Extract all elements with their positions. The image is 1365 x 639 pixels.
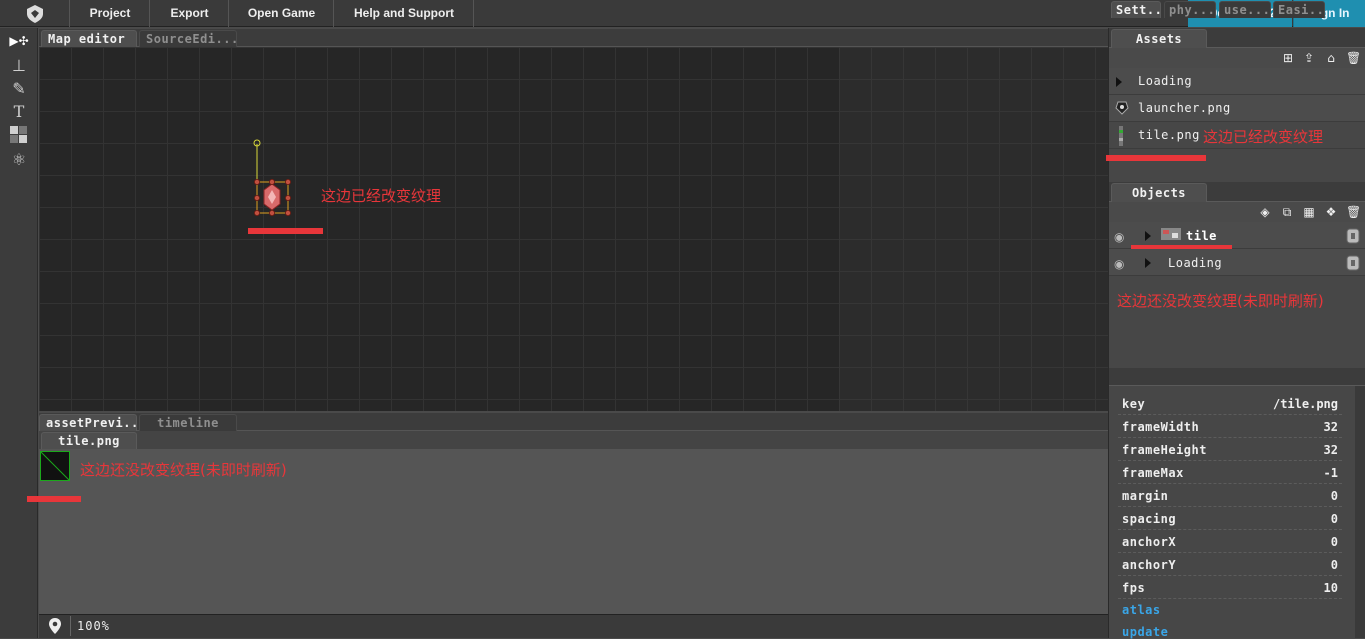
tab-settings[interactable]: Sett... xyxy=(1111,1,1161,18)
assets-annotation: 这边已经改变纹理 xyxy=(1203,128,1324,146)
settings-scrollbar[interactable] xyxy=(1355,386,1365,638)
trash-icon[interactable]: 🗑 xyxy=(1346,51,1361,65)
setting-key: frameHeight xyxy=(1122,443,1207,457)
tab-tile-png[interactable]: tile.png xyxy=(41,432,137,449)
setting-key: anchorX xyxy=(1122,535,1177,549)
expand-triangle-icon[interactable] xyxy=(1145,231,1151,241)
atlas-link[interactable]: atlas xyxy=(1122,603,1161,617)
status-divider xyxy=(70,616,71,636)
select-move-tool-icon[interactable]: ▶✣ xyxy=(6,30,32,52)
setting-row-anchorx[interactable]: anchorX 0 xyxy=(1118,530,1342,553)
setting-key: frameWidth xyxy=(1122,420,1200,434)
expand-triangle-icon[interactable] xyxy=(1116,77,1122,87)
canvas-red-underline xyxy=(248,228,323,234)
zoom-level: 100% xyxy=(77,619,110,633)
setting-key: frameMax xyxy=(1122,466,1184,480)
assets-red-underline xyxy=(1106,155,1206,161)
update-link[interactable]: update xyxy=(1122,625,1168,639)
preview-file-tabbar xyxy=(39,431,1108,450)
asset-label: tile.png xyxy=(1138,128,1200,142)
setting-value[interactable]: -1 xyxy=(1324,466,1338,480)
tab-assets[interactable]: Assets xyxy=(1111,29,1207,48)
setting-row-frameheight[interactable]: frameHeight 32 xyxy=(1118,438,1342,461)
asset-label: launcher.png xyxy=(1138,101,1231,115)
menu-export[interactable]: Export xyxy=(151,0,229,27)
text-tool-icon[interactable]: T xyxy=(6,101,32,123)
menu-help-and-support[interactable]: Help and Support xyxy=(335,0,474,27)
tab-physics[interactable]: phy... xyxy=(1164,1,1216,18)
tab-easing[interactable]: Easi... xyxy=(1273,1,1325,18)
tile-thumb-icon xyxy=(1116,126,1126,146)
tiles-tool-icon[interactable] xyxy=(6,125,32,147)
tab-timeline[interactable]: timeline xyxy=(139,414,237,431)
setting-value[interactable]: 32 xyxy=(1324,443,1338,457)
menu-project[interactable]: Project xyxy=(71,0,150,27)
add-folder-icon[interactable]: ⊞ xyxy=(1281,51,1295,65)
selected-sprite-gizmo[interactable] xyxy=(250,138,294,220)
lock-icon[interactable] xyxy=(1346,255,1360,271)
canvas-annotation: 这边已经改变纹理 xyxy=(321,187,442,205)
eye-icon[interactable]: ◉ xyxy=(1114,230,1124,244)
stamp-tool-icon[interactable]: ⊥ xyxy=(6,55,32,77)
brush-tool-icon[interactable]: ✎ xyxy=(6,78,32,100)
objects-annotation: 这边还没改变纹理(未即时刷新) xyxy=(1117,292,1324,310)
setting-row-framemax[interactable]: frameMax -1 xyxy=(1118,461,1342,484)
setting-key: fps xyxy=(1122,581,1146,595)
setting-value[interactable]: 0 xyxy=(1331,489,1338,503)
status-bar xyxy=(39,614,1108,638)
expand-triangle-icon[interactable] xyxy=(1145,258,1151,268)
eye-icon[interactable]: ◉ xyxy=(1114,257,1124,271)
menu-open-game[interactable]: Open Game xyxy=(230,0,334,27)
duplicate-icon[interactable]: ⧉ xyxy=(1280,205,1294,219)
setting-row-fps[interactable]: fps 10 xyxy=(1118,576,1342,599)
setting-value[interactable]: 10 xyxy=(1324,581,1338,595)
setting-key: spacing xyxy=(1122,512,1177,526)
preview-annotation: 这边还没改变纹理(未即时刷新) xyxy=(80,461,287,479)
settings-tabbar xyxy=(1109,368,1365,386)
texture-preview-thumbnail[interactable] xyxy=(40,451,70,481)
preview-red-underline xyxy=(27,496,81,502)
physics-atom-tool-icon[interactable]: ⚛ xyxy=(6,149,32,171)
setting-value[interactable]: 0 xyxy=(1331,558,1338,572)
setting-key: key xyxy=(1122,397,1146,411)
tile-object-thumb-icon xyxy=(1161,225,1181,240)
setting-value[interactable]: 0 xyxy=(1331,535,1338,549)
upload-icon[interactable]: ⇪ xyxy=(1302,51,1316,65)
cube-icon[interactable]: ◈ xyxy=(1258,205,1272,219)
setting-row-key[interactable]: key /tile.png xyxy=(1118,392,1342,415)
trash-icon[interactable]: 🗑 xyxy=(1346,205,1361,219)
tab-user[interactable]: use... xyxy=(1219,1,1271,18)
grid-icon[interactable]: ▦ xyxy=(1302,205,1316,219)
setting-value[interactable]: 0 xyxy=(1331,512,1338,526)
object-label: tile xyxy=(1186,229,1217,243)
setting-key: margin xyxy=(1122,489,1169,503)
tab-map-editor[interactable]: Map editor xyxy=(41,30,137,47)
logo-icon[interactable] xyxy=(0,0,70,27)
setting-row-framewidth[interactable]: frameWidth 32 xyxy=(1118,415,1342,438)
setting-row-anchory[interactable]: anchorY 0 xyxy=(1118,553,1342,576)
location-pin-icon[interactable] xyxy=(46,617,64,635)
tab-asset-preview[interactable]: assetPrevi... xyxy=(39,414,137,431)
group-cubes-icon[interactable]: ❖ xyxy=(1324,205,1338,219)
tab-source-editor[interactable]: SourceEdi... xyxy=(139,30,237,47)
home-upload-icon[interactable]: ⌂ xyxy=(1324,51,1338,65)
object-label: Loading xyxy=(1168,256,1223,270)
image-icon xyxy=(1114,100,1130,116)
lock-icon[interactable] xyxy=(1346,228,1360,244)
setting-value[interactable]: 32 xyxy=(1324,420,1338,434)
setting-row-margin[interactable]: margin 0 xyxy=(1118,484,1342,507)
setting-value[interactable]: /tile.png xyxy=(1273,397,1338,411)
tab-objects[interactable]: Objects xyxy=(1111,183,1207,202)
asset-label: Loading xyxy=(1138,74,1193,88)
setting-key: anchorY xyxy=(1122,558,1177,572)
setting-row-spacing[interactable]: spacing 0 xyxy=(1118,507,1342,530)
map-canvas-outside[interactable] xyxy=(839,47,1108,411)
map-canvas[interactable] xyxy=(39,47,839,411)
